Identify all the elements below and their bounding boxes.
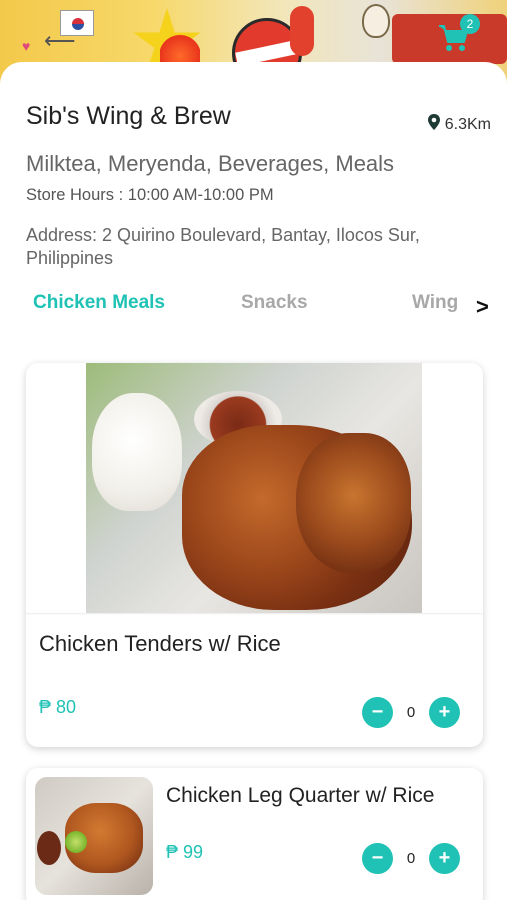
- store-categories: Milktea, Meryenda, Beverages, Meals: [26, 151, 395, 176]
- product-card[interactable]: Chicken Leg Quarter w/ Rice ₱ 99 − 0 +: [26, 768, 483, 900]
- decrease-quantity-button[interactable]: −: [362, 697, 393, 728]
- sauce-cup-graphic: [37, 831, 61, 865]
- product-card[interactable]: Chicken Tenders w/ Rice ₱ 80 − 0 +: [26, 363, 483, 747]
- tabs-next-arrow[interactable]: >: [476, 294, 489, 320]
- quantity-stepper: − 0 +: [362, 697, 460, 728]
- heart-icon: ♥: [22, 38, 31, 54]
- product-image: [35, 777, 153, 895]
- chicken-graphic: [296, 433, 411, 573]
- store-hours: Store Hours : 10:00 AM-10:00 PM: [26, 186, 274, 204]
- chili-mascot-graphic: [290, 6, 314, 56]
- quantity-value: 0: [406, 850, 416, 867]
- card-divider: [26, 613, 483, 615]
- store-name: Sib's Wing & Brew: [26, 102, 231, 130]
- garlic-graphic: [362, 4, 390, 38]
- location-pin-icon: [427, 114, 441, 135]
- increase-quantity-button[interactable]: +: [429, 843, 460, 874]
- decrease-quantity-button[interactable]: −: [362, 843, 393, 874]
- store-distance: 6.3Km: [427, 114, 491, 135]
- product-price: ₱ 80: [39, 697, 77, 717]
- product-price: ₱ 99: [166, 842, 204, 862]
- product-image: [86, 363, 422, 613]
- tab-chicken-meals[interactable]: Chicken Meals: [33, 292, 165, 314]
- back-arrow-icon[interactable]: ⟵: [44, 30, 76, 52]
- tab-wing[interactable]: Wing: [412, 292, 458, 314]
- distance-value: 6.3Km: [444, 115, 491, 133]
- rice-graphic: [92, 393, 182, 511]
- tab-snacks[interactable]: Snacks: [241, 292, 308, 314]
- product-name: Chicken Leg Quarter w/ Rice: [166, 784, 435, 807]
- cart-count-badge: 2: [460, 14, 480, 34]
- quantity-stepper: − 0 +: [362, 843, 460, 874]
- lime-graphic: [65, 831, 87, 853]
- product-name: Chicken Tenders w/ Rice: [39, 631, 281, 656]
- increase-quantity-button[interactable]: +: [429, 697, 460, 728]
- store-address: Address: 2 Quirino Boulevard, Bantay, Il…: [26, 225, 420, 268]
- category-tabs: Chicken Meals Snacks Wing: [0, 292, 507, 322]
- quantity-value: 0: [406, 704, 416, 721]
